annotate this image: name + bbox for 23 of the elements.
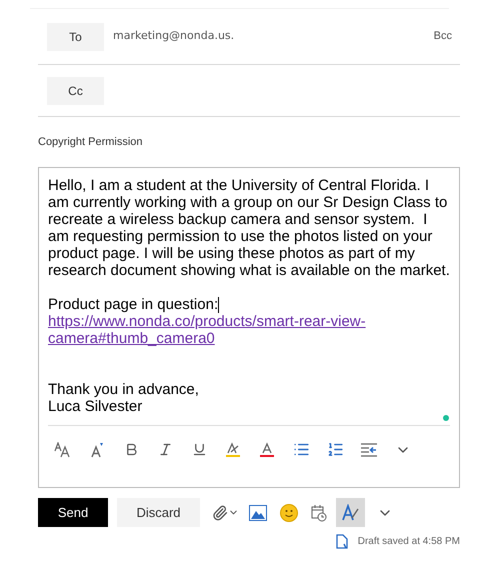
product-link[interactable]: camera#thumb_camera0 bbox=[48, 330, 215, 347]
discard-button[interactable]: Discard bbox=[117, 498, 200, 527]
draft-status: Draft saved at 4:58 PM bbox=[358, 535, 460, 549]
signature-line: Thank you in advance, bbox=[48, 381, 199, 398]
image-icon[interactable] bbox=[249, 504, 267, 520]
body-text-line: Product page in question: bbox=[48, 296, 218, 313]
draft-document-icon bbox=[336, 534, 348, 549]
signature-pen-icon bbox=[342, 504, 360, 522]
recipient-address: marketing@nonda.us. bbox=[113, 28, 234, 44]
emoji-icon[interactable] bbox=[280, 504, 298, 522]
signature-line: Luca Silvester bbox=[48, 398, 142, 415]
text-cursor bbox=[218, 296, 220, 312]
calendar-clock-icon[interactable] bbox=[311, 504, 327, 522]
message-body-editor[interactable] bbox=[38, 167, 460, 488]
cc-button[interactable]: Cc bbox=[47, 76, 104, 104]
product-link[interactable]: https://www.nonda.co/products/smart-rear-view- bbox=[48, 313, 366, 330]
signature-button[interactable] bbox=[336, 498, 365, 527]
send-button[interactable]: Send bbox=[38, 498, 108, 527]
body-paragraph: Hello, I am a student at the University of Central Florida. I am currently working with a group on our Sr Design Class to recreate a wireless backup camera and sensor system. I am requesting permission to use the photos listed on your product page. I will be using these photos as part of my research document showing what is available on the market. bbox=[48, 177, 450, 279]
subject-field[interactable]: Copyright Permission bbox=[38, 134, 143, 150]
to-button[interactable]: To bbox=[47, 22, 104, 50]
bcc-link[interactable]: Bcc bbox=[434, 28, 452, 45]
attach-icon[interactable] bbox=[212, 504, 239, 520]
